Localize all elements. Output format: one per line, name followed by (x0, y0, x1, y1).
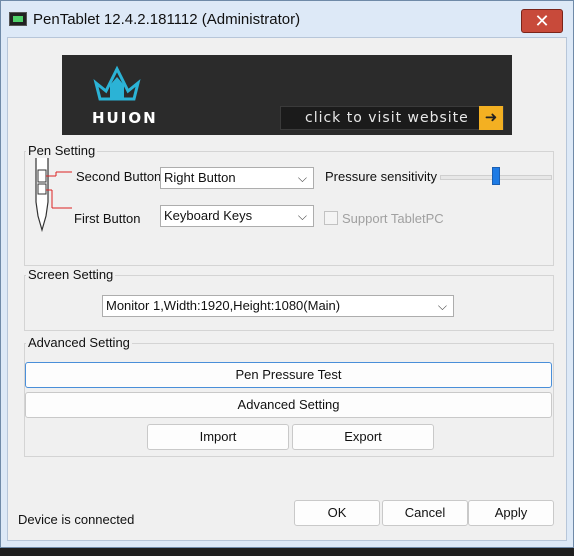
arrow-right-icon[interactable]: ➜ (479, 106, 503, 130)
title-bar[interactable]: PenTablet 12.4.2.181112 (Administrator) … (1, 1, 573, 37)
second-button-label: Second Button (76, 169, 162, 184)
pressure-sensitivity-label: Pressure sensitivity (325, 169, 437, 184)
visit-website-link[interactable]: click to visit website ➜ (280, 106, 504, 130)
huion-banner[interactable]: HUION click to visit website ➜ (62, 55, 512, 135)
second-button-select[interactable]: Right Button ⌵ (160, 167, 314, 189)
screen-setting-label: Screen Setting (26, 267, 116, 282)
pen-illustration-icon (35, 158, 72, 233)
app-icon (9, 12, 27, 26)
close-button[interactable]: ✕ (521, 9, 563, 33)
ok-button[interactable]: OK (294, 500, 380, 526)
advanced-setting-button[interactable]: Advanced Setting (25, 392, 552, 418)
device-status-text: Device is connected (18, 512, 135, 527)
first-button-select[interactable]: Keyboard Keys ⌵ (160, 205, 314, 227)
cancel-button[interactable]: Cancel (382, 500, 468, 526)
first-button-value: Keyboard Keys (164, 208, 253, 223)
dialog-body: HUION click to visit website ➜ Pen Setti… (7, 37, 567, 541)
visit-website-text: click to visit website (305, 110, 469, 126)
monitor-value: Monitor 1,Width:1920,Height:1080(Main) (106, 298, 341, 313)
first-button-label: First Button (74, 211, 141, 226)
monitor-select[interactable]: Monitor 1,Width:1920,Height:1080(Main) ⌵ (102, 295, 454, 317)
chevron-down-icon: ⌵ (297, 209, 307, 223)
huion-logo-icon (93, 65, 141, 101)
background-strip (0, 548, 574, 556)
chevron-down-icon: ⌵ (297, 171, 307, 185)
pressure-slider-thumb[interactable] (492, 167, 500, 185)
support-tabletpc-checkbox[interactable] (324, 211, 338, 225)
export-button[interactable]: Export (292, 424, 434, 450)
chevron-down-icon: ⌵ (437, 299, 447, 313)
import-button[interactable]: Import (147, 424, 289, 450)
apply-button[interactable]: Apply (468, 500, 554, 526)
window-title: PenTablet 12.4.2.181112 (Administrator) (33, 11, 301, 28)
support-tabletpc-label: Support TabletPC (342, 211, 444, 226)
second-button-value: Right Button (164, 170, 236, 185)
close-icon: ✕ (534, 11, 550, 31)
advanced-setting-label: Advanced Setting (26, 335, 132, 350)
pentablet-window: PenTablet 12.4.2.181112 (Administrator) … (0, 0, 574, 548)
pen-pressure-test-button[interactable]: Pen Pressure Test (25, 362, 552, 388)
huion-logo-text: HUION (92, 109, 158, 127)
